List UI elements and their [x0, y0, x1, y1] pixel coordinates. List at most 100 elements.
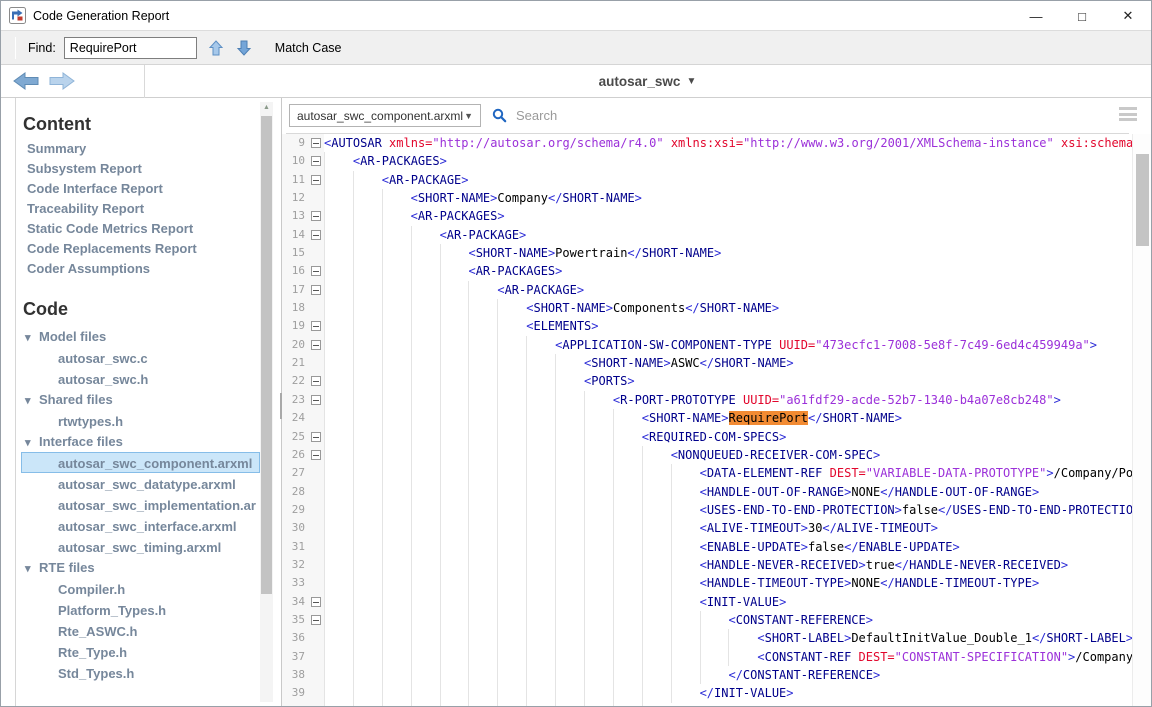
- tree-group-shared-files[interactable]: ▾Shared files: [21, 389, 260, 410]
- tree-file[interactable]: Compiler.h: [21, 578, 260, 599]
- fold-collapse-icon[interactable]: [309, 593, 324, 611]
- tree-file[interactable]: autosar_swc.h: [21, 368, 260, 389]
- indent-guide: [468, 446, 497, 464]
- tree-group-model-files[interactable]: ▾Model files: [21, 326, 260, 347]
- tree-group-interface-files[interactable]: ▾Interface files: [21, 431, 260, 452]
- code-scrollbar[interactable]: [1132, 134, 1151, 706]
- indent-guide: [468, 317, 497, 335]
- indent-guide: [671, 538, 700, 556]
- fold-collapse-icon[interactable]: [309, 317, 324, 335]
- forward-button[interactable]: [45, 69, 77, 94]
- fold-collapse-icon[interactable]: [309, 134, 324, 152]
- tree-file[interactable]: autosar_swc_datatype.arxml: [21, 473, 260, 494]
- indent-guide: [613, 611, 642, 629]
- tree-group-rte-files[interactable]: ▾RTE files: [21, 557, 260, 578]
- match-case-toggle[interactable]: Match Case: [275, 41, 342, 55]
- fold-collapse-icon[interactable]: [309, 391, 324, 409]
- indent-guide: [382, 281, 411, 299]
- content-link[interactable]: Code Interface Report: [27, 179, 281, 199]
- file-select-dropdown[interactable]: autosar_swc_component.arxml ▼: [289, 104, 481, 127]
- sidebar-scrollbar[interactable]: ▲: [260, 102, 273, 702]
- hamburger-menu-icon[interactable]: [1119, 107, 1137, 121]
- arrow-down-icon: [236, 39, 252, 57]
- fold-collapse-icon[interactable]: [309, 171, 324, 189]
- close-button[interactable]: ✕: [1105, 1, 1151, 31]
- find-previous-button[interactable]: [207, 38, 225, 58]
- code-text: <AR-PACKAGE>: [324, 226, 1132, 244]
- content-link[interactable]: Code Replacements Report: [27, 239, 281, 259]
- fold-collapse-icon[interactable]: [309, 336, 324, 354]
- tree-file[interactable]: Rte_Type.h: [21, 641, 260, 662]
- content-link[interactable]: Summary: [27, 139, 281, 159]
- fold-collapse-icon[interactable]: [309, 262, 324, 280]
- chevron-down-icon: ▼: [686, 76, 696, 87]
- code-text: <CONSTANT-REFERENCE>: [324, 611, 1132, 629]
- indent-guide: [584, 703, 613, 706]
- minimize-button[interactable]: —: [1013, 1, 1059, 31]
- indent-guide: [353, 372, 382, 390]
- fold-collapse-icon[interactable]: [309, 446, 324, 464]
- find-input[interactable]: [64, 37, 197, 59]
- collapse-triangle-icon[interactable]: ▾: [25, 433, 39, 454]
- indent-guide: [584, 648, 613, 666]
- indent-guide: [555, 538, 584, 556]
- collapse-triangle-icon[interactable]: ▾: [25, 328, 39, 349]
- indent-guide: [497, 501, 526, 519]
- fold-collapse-icon[interactable]: [309, 428, 324, 446]
- indent-guide: [382, 244, 411, 262]
- fold-collapse-icon[interactable]: [309, 207, 324, 225]
- fold-collapse-icon[interactable]: [309, 611, 324, 629]
- back-button[interactable]: [11, 69, 43, 94]
- indent-guide: [382, 684, 411, 702]
- tree-file[interactable]: rtwtypes.h: [21, 410, 260, 431]
- indent-guide: [411, 593, 440, 611]
- scroll-up-icon[interactable]: ▲: [260, 104, 273, 111]
- content-link[interactable]: Static Code Metrics Report: [27, 219, 281, 239]
- sidebar-scrollbar-thumb[interactable]: [261, 116, 272, 594]
- fold-collapse-icon[interactable]: [309, 372, 324, 390]
- indent-guide: [440, 372, 469, 390]
- code-line: 10<AR-PACKAGES>: [282, 152, 1132, 170]
- content-link[interactable]: Coder Assumptions: [27, 259, 281, 279]
- sidebar: Content SummarySubsystem ReportCode Inte…: [1, 98, 281, 706]
- code-line: 15<SHORT-NAME>Powertrain</SHORT-NAME>: [282, 244, 1132, 262]
- model-dropdown[interactable]: autosar_swc ▼: [144, 65, 1151, 98]
- indent-guide: [700, 629, 729, 647]
- code-text: </NONQUEUED-RECEIVER-COM-SPEC>: [324, 703, 1132, 706]
- content-link[interactable]: Traceability Report: [27, 199, 281, 219]
- indent-guide: [411, 556, 440, 574]
- indent-guide: [324, 244, 353, 262]
- indent-guide: [382, 207, 411, 225]
- tree-file[interactable]: autosar_swc_timing.arxml: [21, 536, 260, 557]
- line-number: 30: [282, 519, 309, 537]
- content-link[interactable]: Subsystem Report: [27, 159, 281, 179]
- code-scrollbar-thumb[interactable]: [1136, 154, 1149, 246]
- indent-guide: [700, 648, 729, 666]
- tree-file[interactable]: autosar_swc.c: [21, 347, 260, 368]
- indent-guide: [584, 593, 613, 611]
- tree-file[interactable]: autosar_swc_interface.arxml: [21, 515, 260, 536]
- code-text: </CONSTANT-REFERENCE>: [324, 666, 1132, 684]
- indent-guide: [584, 428, 613, 446]
- search-input[interactable]: [514, 107, 1111, 124]
- find-next-button[interactable]: [235, 38, 253, 58]
- indent-guide: [555, 501, 584, 519]
- indent-guide: [382, 189, 411, 207]
- fold-collapse-icon[interactable]: [309, 281, 324, 299]
- tree-file[interactable]: autosar_swc_implementation.ar: [21, 494, 260, 515]
- code-text: <USES-END-TO-END-PROTECTION>false</USES-…: [324, 501, 1132, 519]
- collapse-triangle-icon[interactable]: ▾: [25, 391, 39, 412]
- maximize-button[interactable]: □: [1059, 1, 1105, 31]
- fold-collapse-icon[interactable]: [309, 152, 324, 170]
- indent-guide: [555, 593, 584, 611]
- tree-file[interactable]: Platform_Types.h: [21, 599, 260, 620]
- indent-guide: [526, 574, 555, 592]
- indent-guide: [526, 519, 555, 537]
- tree-file[interactable]: Rte_ASWC.h: [21, 620, 260, 641]
- tree-file[interactable]: autosar_swc_component.arxml: [21, 452, 260, 473]
- code-text: <DATA-ELEMENT-REF DEST="VARIABLE-DATA-PR…: [324, 464, 1132, 482]
- tree-file[interactable]: Std_Types.h: [21, 662, 260, 683]
- indent-guide: [468, 483, 497, 501]
- fold-collapse-icon[interactable]: [309, 226, 324, 244]
- collapse-triangle-icon[interactable]: ▾: [25, 559, 39, 580]
